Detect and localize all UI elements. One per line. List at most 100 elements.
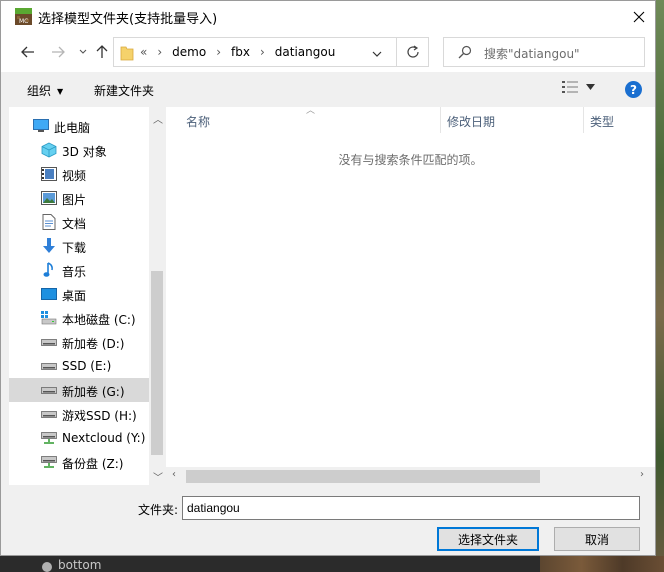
sidebar-item-label: 图片 <box>62 193 87 207</box>
sidebar-item-label: 桌面 <box>62 289 87 303</box>
sidebar-item-label: Nextcloud (Y:) <box>62 431 146 445</box>
music-icon <box>41 262 57 278</box>
file-list-scrollbar[interactable]: ‹ › <box>166 467 655 485</box>
caret-down-icon <box>586 84 595 90</box>
command-bar: 组织 ▼ 新建文件夹 ? <box>1 72 655 107</box>
details-view-icon <box>562 81 578 93</box>
computer-icon <box>33 118 49 134</box>
column-header-date-modified[interactable]: 修改日期 <box>447 107 495 135</box>
sidebar-item-label: 本地磁盘 (C:) <box>62 313 136 327</box>
help-button[interactable]: ? <box>625 81 642 98</box>
address-dropdown-button[interactable] <box>372 47 382 61</box>
search-box[interactable]: 搜索"datiangou" <box>443 37 645 67</box>
arrow-up-icon <box>96 45 108 58</box>
title-bar: MC 选择模型文件夹(支持批量导入) <box>1 1 655 32</box>
folder-name-input[interactable] <box>182 496 640 520</box>
sidebar-item-label: 新加卷 (G:) <box>62 385 125 399</box>
sidebar-item-drive-e[interactable]: SSD (E:) <box>9 354 149 378</box>
breadcrumb-item[interactable]: fbx <box>231 45 250 59</box>
scroll-up-icon[interactable]: ︿ <box>153 111 163 126</box>
breadcrumb-separator: › <box>157 45 163 59</box>
download-icon <box>41 238 57 254</box>
column-divider[interactable] <box>583 107 584 133</box>
navigation-bar: « › demo › fbx › datiangou 搜索"datiangou" <box>1 32 655 72</box>
close-icon <box>633 11 645 22</box>
sidebar-item-label: 此电脑 <box>54 121 91 135</box>
sidebar-item-desktop[interactable]: 桌面 <box>9 282 149 306</box>
up-button[interactable] <box>92 42 112 62</box>
picture-icon <box>41 190 57 206</box>
search-placeholder: 搜索"datiangou" <box>484 47 580 61</box>
breadcrumb-separator: › <box>216 45 221 59</box>
breadcrumb-item[interactable]: demo <box>172 45 206 59</box>
address-bar[interactable]: « › demo › fbx › datiangou <box>113 37 397 67</box>
background-scenery <box>656 0 664 572</box>
scrollbar-thumb[interactable] <box>151 271 163 455</box>
sidebar-item-label: 视频 <box>62 169 87 183</box>
breadcrumb-overflow[interactable]: « <box>140 45 147 59</box>
new-folder-button[interactable]: 新建文件夹 <box>94 82 154 99</box>
folder-picker-dialog: MC 选择模型文件夹(支持批量导入) « › demo › fbx › dati… <box>0 0 656 556</box>
chevron-down-icon <box>372 51 382 57</box>
sidebar-item-music[interactable]: 音乐 <box>9 258 149 282</box>
sidebar-item-drive-h[interactable]: 游戏SSD (H:) <box>9 402 149 426</box>
drive-icon <box>41 406 57 422</box>
window-title: 选择模型文件夹(支持批量导入) <box>38 12 218 27</box>
drive-icon <box>41 334 57 350</box>
sidebar-item-label: SSD (E:) <box>62 359 112 373</box>
network-drive-icon <box>41 454 57 470</box>
sidebar-item-drive-d[interactable]: 新加卷 (D:) <box>9 330 149 354</box>
chevron-down-icon <box>79 49 87 54</box>
sidebar-item-videos[interactable]: 视频 <box>9 162 149 186</box>
help-icon: ? <box>630 82 637 97</box>
document-icon <box>41 214 57 230</box>
search-icon <box>458 45 472 62</box>
back-button[interactable] <box>18 42 38 62</box>
scroll-left-icon[interactable]: ‹ <box>172 469 176 480</box>
navigation-scrollbar[interactable]: ︿ ﹀ <box>149 107 165 485</box>
cancel-button[interactable]: 取消 <box>554 527 640 551</box>
sidebar-item-label: 文档 <box>62 217 87 231</box>
sidebar-item-3d-objects[interactable]: 3D 对象 <box>9 138 149 162</box>
sidebar-item-documents[interactable]: 文档 <box>9 210 149 234</box>
cube-icon <box>41 142 57 158</box>
column-header-type[interactable]: 类型 <box>590 107 614 135</box>
sidebar-item-pictures[interactable]: 图片 <box>9 186 149 210</box>
scroll-right-icon[interactable]: › <box>640 469 644 480</box>
desktop-icon <box>41 286 57 302</box>
network-drive-icon <box>41 430 57 446</box>
sidebar-item-this-pc[interactable]: 此电脑 <box>9 114 149 138</box>
background-text: bottom <box>58 558 102 572</box>
forward-button[interactable] <box>48 42 68 62</box>
column-divider[interactable] <box>440 107 441 133</box>
breadcrumb-item[interactable]: datiangou <box>275 45 336 59</box>
scrollbar-thumb[interactable] <box>186 470 540 483</box>
sidebar-item-drive-y[interactable]: Nextcloud (Y:) <box>9 426 149 450</box>
folder-icon <box>120 45 134 64</box>
refresh-icon <box>406 45 419 58</box>
close-button[interactable] <box>623 1 655 32</box>
sidebar-item-label: 备份盘 (Z:) <box>62 457 124 471</box>
app-icon: MC <box>15 8 32 25</box>
arrow-left-icon <box>21 46 34 58</box>
drive-icon <box>41 358 57 374</box>
sidebar-item-label: 游戏SSD (H:) <box>62 409 137 423</box>
breadcrumb-separator: › <box>259 45 265 59</box>
sidebar-item-label: 音乐 <box>62 265 87 279</box>
sidebar-item-downloads[interactable]: 下载 <box>9 234 149 258</box>
refresh-button[interactable] <box>397 37 429 67</box>
video-icon <box>41 166 57 182</box>
svg-text:MC: MC <box>19 18 28 25</box>
background-scenery-bottom <box>540 556 664 572</box>
sidebar-item-label: 下载 <box>62 241 87 255</box>
sidebar-item-drive-c[interactable]: 本地磁盘 (C:) <box>9 306 149 330</box>
recent-locations-button[interactable] <box>73 42 93 62</box>
sidebar-item-drive-g[interactable]: 新加卷 (G:) <box>9 378 149 402</box>
select-folder-button[interactable]: 选择文件夹 <box>437 527 539 551</box>
sidebar-item-drive-z[interactable]: 备份盘 (Z:) <box>9 450 149 474</box>
column-header-name[interactable]: 名称 <box>186 107 210 135</box>
sidebar-item-label: 3D 对象 <box>62 145 107 159</box>
organize-menu-button[interactable]: 组织 ▼ <box>27 82 63 99</box>
scroll-down-icon[interactable]: ﹀ <box>153 469 163 484</box>
view-options-button[interactable] <box>562 81 595 93</box>
